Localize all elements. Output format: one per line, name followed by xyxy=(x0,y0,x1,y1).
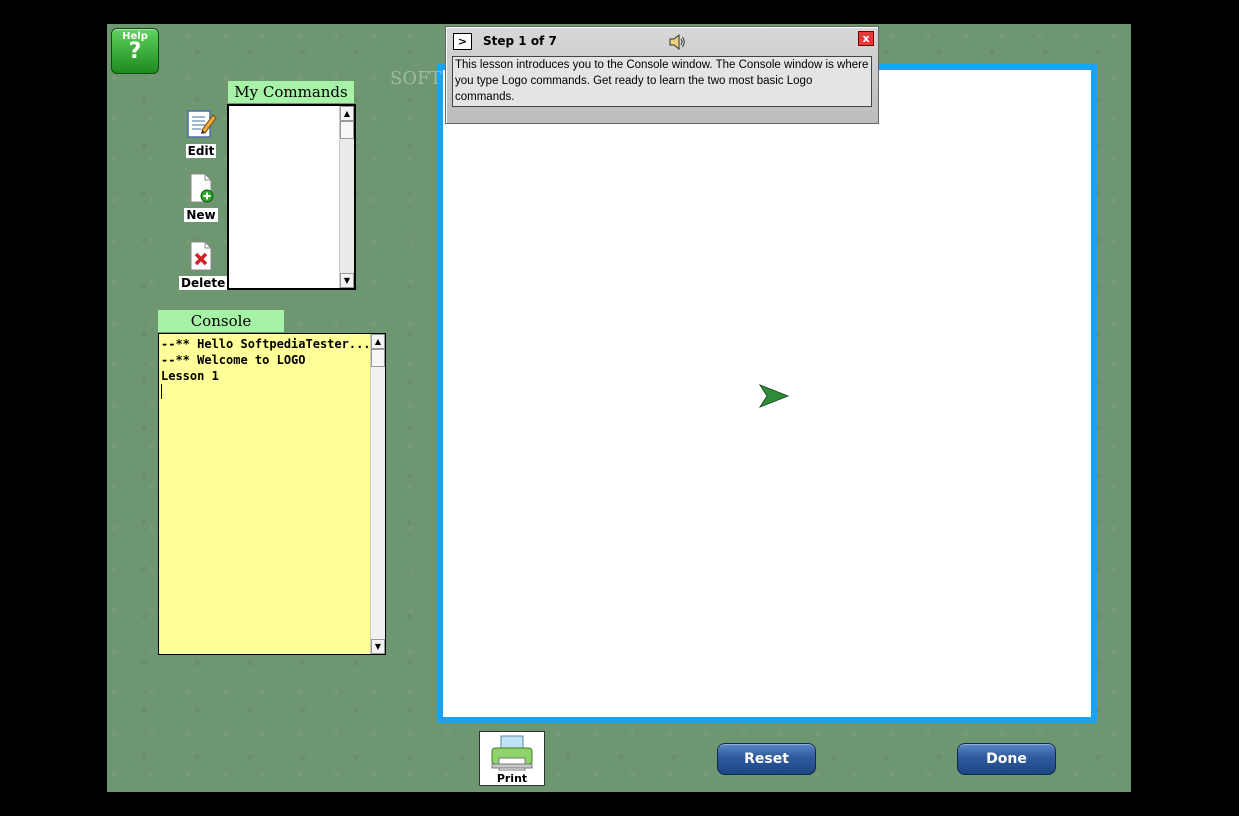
new-document-icon xyxy=(190,173,214,203)
console-title: Console xyxy=(158,310,284,332)
drawing-canvas[interactable] xyxy=(437,64,1097,723)
edit-label: Edit xyxy=(185,144,217,158)
logo-app-window: Help ? Edit New Delete My Commands ▲ ▼ C… xyxy=(107,24,1131,792)
print-button[interactable]: Print xyxy=(479,731,545,786)
edit-button[interactable]: Edit xyxy=(181,108,221,159)
step-indicator: Step 1 of 7 xyxy=(483,34,557,48)
help-question-icon: ? xyxy=(128,39,142,64)
print-label: Print xyxy=(496,772,528,785)
delete-label: Delete xyxy=(179,276,228,290)
done-button[interactable]: Done xyxy=(957,743,1056,775)
delete-document-icon xyxy=(190,241,212,271)
scroll-down-icon[interactable]: ▼ xyxy=(371,639,385,654)
lesson-dialog: > Step 1 of 7 x This lesson introduces y… xyxy=(445,26,879,124)
my-commands-title: My Commands xyxy=(228,81,354,103)
help-button[interactable]: Help ? xyxy=(111,28,159,74)
new-label: New xyxy=(184,208,218,222)
new-button[interactable]: New xyxy=(181,172,221,223)
close-button[interactable]: x xyxy=(858,31,874,46)
scroll-down-icon[interactable]: ▼ xyxy=(340,273,354,288)
next-step-button[interactable]: > xyxy=(453,33,472,50)
turtle-icon xyxy=(759,384,789,408)
edit-icon xyxy=(187,110,217,138)
console-line: --** Welcome to LOGO xyxy=(161,353,306,367)
console-line: --** Hello SoftpediaTester... xyxy=(161,337,371,351)
my-commands-list[interactable]: ▲ ▼ xyxy=(227,104,356,290)
console-line: Lesson 1 xyxy=(161,369,219,383)
scroll-thumb[interactable] xyxy=(340,121,354,139)
console-scrollbar[interactable]: ▲ ▼ xyxy=(370,334,385,654)
delete-button[interactable]: Delete xyxy=(179,240,228,291)
scroll-thumb[interactable] xyxy=(371,349,385,367)
printer-icon xyxy=(491,735,533,771)
speaker-icon[interactable] xyxy=(668,33,686,51)
text-caret xyxy=(161,384,162,399)
reset-button[interactable]: Reset xyxy=(717,743,816,775)
scroll-up-icon[interactable]: ▲ xyxy=(371,334,385,349)
console-input[interactable]: --** Hello SoftpediaTester... --** Welco… xyxy=(158,333,386,655)
my-commands-scrollbar[interactable]: ▲ ▼ xyxy=(339,106,354,288)
scroll-up-icon[interactable]: ▲ xyxy=(340,106,354,121)
lesson-text: This lesson introduces you to the Consol… xyxy=(452,56,872,107)
